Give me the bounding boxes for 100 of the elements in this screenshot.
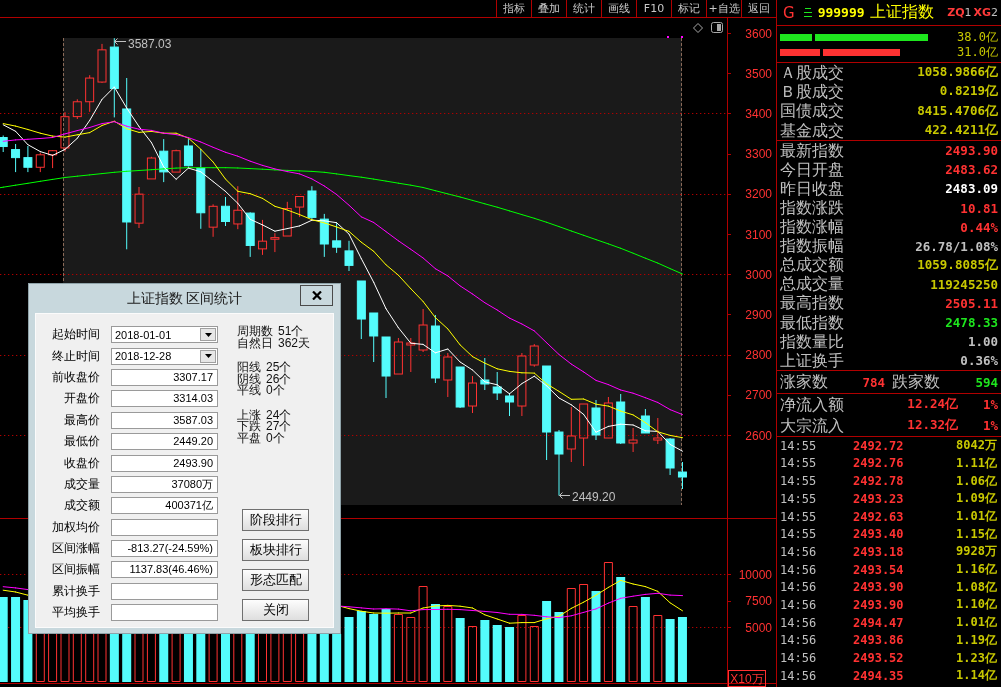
field-label: 最低价 (63, 433, 100, 451)
input-field[interactable]: 2449.20 (111, 433, 218, 451)
summary-value: 25个 (266, 359, 292, 374)
volume-bar (455, 618, 465, 682)
input-field[interactable]: 2493.90 (111, 454, 218, 472)
panel-toggle-icon[interactable] (711, 22, 723, 33)
tick-time: 14:56 (780, 562, 818, 577)
field-label: 起始时间 (52, 326, 100, 344)
input-field[interactable]: 3314.03 (111, 390, 218, 408)
tick-price: 2493.18 (853, 544, 905, 559)
stat-label: 最高指数 (780, 295, 844, 312)
tick-time: 14:56 (780, 615, 818, 630)
candlestick (393, 337, 403, 375)
dialog-button[interactable]: 板块排行 (242, 539, 309, 561)
stat-value: 2478.33 (945, 315, 998, 331)
volume-bar (517, 615, 527, 682)
candlestick (529, 343, 539, 368)
stat-label: 指数涨幅 (780, 219, 844, 236)
candlestick (134, 186, 144, 229)
input-field[interactable]: 37080万 (111, 475, 218, 493)
tick-volume: 1.23亿 (955, 649, 997, 667)
tick-price: 2492.72 (853, 438, 905, 453)
input-field[interactable] (111, 604, 218, 622)
candlestick (640, 408, 650, 434)
candlestick (11, 143, 21, 173)
high-price-arrow (114, 38, 127, 45)
stat-label: 昨日收盘 (780, 180, 844, 197)
input-field[interactable]: 3307.17 (111, 368, 218, 386)
price-axis-label: 3000 (745, 267, 772, 282)
stat-label: 基金成交 (780, 122, 844, 139)
price-axis-label: 3200 (745, 187, 772, 202)
candlestick (282, 201, 292, 237)
candlestick (171, 149, 181, 173)
menu-icon[interactable] (803, 8, 812, 17)
candlestick (418, 308, 428, 353)
field-label: 区间涨幅 (52, 540, 100, 558)
dialog-button[interactable]: 阶段排行 (242, 509, 309, 531)
stat-value: 1058.9866亿 (917, 64, 998, 82)
tick-time: 14:56 (780, 651, 818, 665)
close-button[interactable] (300, 285, 333, 306)
indicator-tag[interactable]: XG2 (973, 6, 998, 19)
stat-label: 指数振幅 (780, 238, 844, 255)
candlestick (480, 357, 490, 391)
dialog-button[interactable]: 形态匹配 (242, 569, 309, 591)
input-field[interactable] (111, 518, 218, 536)
candlestick (159, 138, 169, 183)
summary-value: 0个 (266, 430, 285, 445)
stat-value: 10.81 (960, 200, 998, 216)
dialog-title: 上证指数 区间统计 (126, 289, 243, 308)
price-axis-label: 3500 (745, 66, 772, 81)
tick-volume: 1.11亿 (955, 454, 997, 472)
stat-label: 今日开盘 (780, 161, 844, 178)
candlestick (0, 135, 8, 153)
input-field[interactable]: 400371亿 (111, 497, 218, 515)
price-axis-label: 2900 (745, 307, 772, 322)
candlestick (677, 461, 687, 490)
input-field[interactable]: 3587.03 (111, 411, 218, 429)
candlestick (146, 156, 156, 180)
volume-bar (653, 615, 663, 682)
stat-value: 2483.62 (945, 162, 998, 178)
candlestick (579, 403, 589, 467)
candlestick (616, 393, 626, 445)
indicator-tag[interactable]: ZQ1 (947, 6, 972, 19)
candlestick (566, 406, 576, 463)
input-field[interactable] (111, 582, 218, 600)
volume-bar (270, 633, 280, 682)
toolbar-button[interactable]: +自选 (706, 0, 741, 17)
input-field[interactable]: -813.27(-24.59%) (111, 540, 218, 558)
dropdown-button[interactable] (200, 349, 216, 363)
stat-label: 国债成交 (780, 103, 844, 120)
volume-axis-label: 7500 (745, 594, 772, 609)
diamond-icon[interactable] (693, 23, 703, 33)
flow-reading: 38.0亿 (957, 29, 998, 46)
field-label: 终止时间 (52, 347, 100, 365)
stat-label: Ａ股成交 (780, 64, 844, 81)
volume-bar (171, 633, 181, 682)
field-label: 加权均价 (52, 518, 100, 536)
tick-time: 14:56 (780, 633, 818, 648)
input-field[interactable]: 1137.83(46.46%) (111, 561, 218, 579)
price-axis-label: 2600 (745, 428, 772, 443)
candlestick (591, 399, 601, 441)
marker-icon (681, 36, 683, 38)
tick-volume: 1.14亿 (955, 667, 997, 685)
candlestick (430, 314, 440, 384)
dialog-button[interactable]: 关闭 (242, 599, 309, 621)
volume-bar (109, 634, 119, 682)
volume-bar (35, 633, 45, 682)
stat-value: 784 (861, 374, 885, 390)
date-field[interactable]: 2018-12-28 (111, 347, 218, 365)
tick-volume: 1.08亿 (955, 578, 997, 596)
candlestick (505, 392, 515, 417)
volume-bar (480, 620, 490, 682)
volume-bar (159, 634, 169, 682)
tick-volume: 1.06亿 (955, 472, 997, 490)
stat-value: 594 (975, 374, 998, 390)
candlestick (85, 74, 95, 113)
candlestick (319, 213, 329, 258)
candlestick (183, 138, 193, 167)
dropdown-button[interactable] (200, 328, 216, 342)
date-field[interactable]: 2018-01-01 (111, 326, 218, 344)
